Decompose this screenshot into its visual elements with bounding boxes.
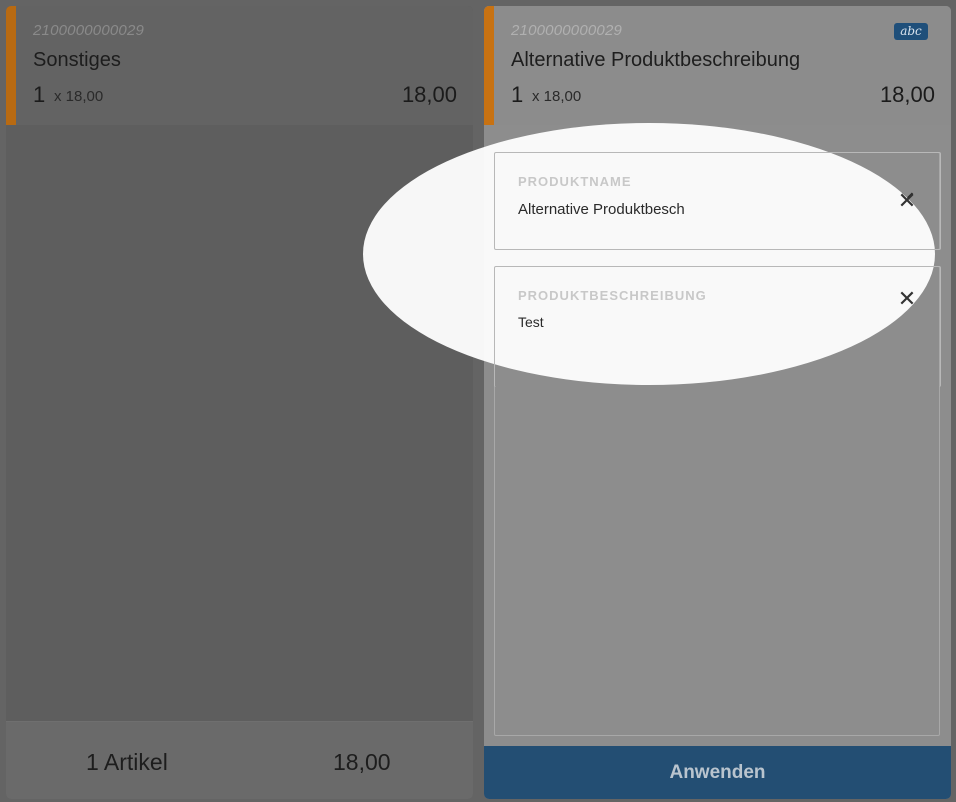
product-name-value-highlight[interactable]: Alternative Produktbesch	[518, 201, 685, 218]
item-accent-bar	[6, 6, 16, 125]
product-description-field[interactable]: PRODUKTBESCHREIBUNG Test ✕	[494, 266, 940, 736]
item-name: Sonstiges	[33, 49, 121, 71]
cart-panel: 2100000000029 Sonstiges 1 x 18,00 18,00 …	[6, 6, 473, 799]
summary-item-count: 1 Artikel	[86, 749, 168, 775]
cart-summary: 1 Artikel 18,00	[6, 721, 473, 799]
close-icon[interactable]: ✕	[895, 287, 919, 311]
item-line-total: 18,00	[879, 82, 935, 107]
item-name: Alternative Produktbeschreibung	[511, 49, 801, 71]
text-badge-icon: abc	[894, 23, 928, 40]
product-name-label-highlight: PRODUKTNAME	[518, 174, 632, 189]
item-quantity: 1	[511, 82, 524, 107]
item-unit-price: x 18,00	[532, 88, 582, 105]
item-barcode: 2100000000029	[511, 22, 623, 39]
item-line-total: 18,00	[401, 82, 457, 107]
product-description-label-highlight: PRODUKTBESCHREIBUNG	[518, 288, 707, 303]
close-icon[interactable]: ✕	[895, 189, 919, 213]
summary-total: 18,00	[333, 749, 391, 775]
item-accent-bar	[484, 6, 494, 125]
item-unit-price: x 18,00	[54, 88, 104, 105]
item-barcode: 2100000000029	[33, 22, 145, 39]
item-quantity: 1	[33, 82, 46, 107]
cart-item[interactable]: 2100000000029 Sonstiges 1 x 18,00 18,00	[6, 6, 473, 125]
selected-item-header: 2100000000029 abc Alternative Produktbes…	[484, 6, 951, 125]
item-edit-panel: 2100000000029 abc Alternative Produktbes…	[484, 6, 951, 799]
product-description-value-highlight[interactable]: Test	[518, 314, 544, 330]
apply-button[interactable]: Anwenden	[484, 746, 951, 799]
